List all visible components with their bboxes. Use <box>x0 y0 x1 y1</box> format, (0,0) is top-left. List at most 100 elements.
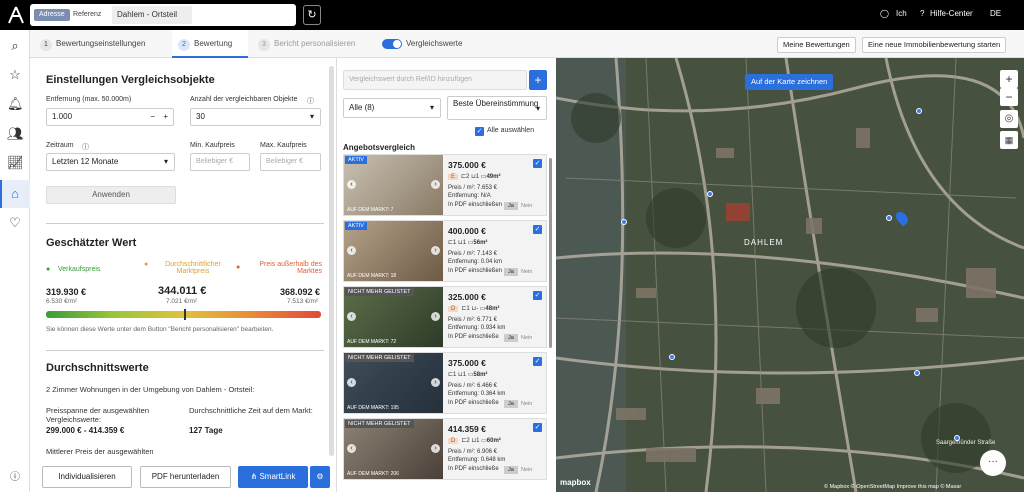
apply-button[interactable]: Anwenden <box>46 186 176 204</box>
my-valuations-button[interactable]: Meine Bewertungen <box>777 37 856 53</box>
chevron-left-icon[interactable]: ‹ <box>347 180 356 189</box>
list-scrollbar[interactable] <box>549 158 552 348</box>
pdf-download-button[interactable]: PDF herunterladen <box>140 466 231 488</box>
chart-icon[interactable]: 📈︎ <box>7 155 24 171</box>
pdf-no-toggle[interactable]: Nein <box>521 401 532 407</box>
comparable-pin[interactable] <box>707 191 713 197</box>
comparables-toggle[interactable]: Vergleichswerte <box>382 30 462 58</box>
mode-referenz[interactable]: Referenz <box>68 9 106 21</box>
pdf-no-toggle[interactable]: Nein <box>521 269 532 275</box>
chevron-left-icon[interactable]: ‹ <box>347 246 356 255</box>
add-comparable-input[interactable]: Vergleichswert durch Ref/ID hinzufügen <box>343 70 527 90</box>
include-checkbox[interactable]: ✓ <box>533 291 542 300</box>
property-photo[interactable]: AKTIV ‹ › AUF DEM MARKT: 7 <box>344 155 443 215</box>
comparable-pin[interactable] <box>954 435 960 441</box>
tab-settings[interactable]: 1 Bewertungseinstellungen <box>40 30 165 58</box>
language-select[interactable]: DE <box>990 9 1001 18</box>
map-attribution[interactable]: © Mapbox © OpenStreetMap Improve this ma… <box>824 484 961 490</box>
bell-icon[interactable]: 🔔︎ <box>7 96 24 112</box>
address-search[interactable]: Adresse Referenz Dahlem - Ortsteil <box>30 4 296 26</box>
property-photo[interactable]: NICHT MEHR GELISTET ‹ › AUF DEM MARKT: 2… <box>344 419 443 479</box>
min-price-input[interactable]: Beliebiger € <box>190 153 250 171</box>
toggle-switch[interactable] <box>382 38 402 49</box>
comparable-pin[interactable] <box>621 219 627 225</box>
count-select[interactable]: 30 ▾ <box>190 108 321 126</box>
chevron-left-icon[interactable]: ‹ <box>347 444 356 453</box>
pdf-no-toggle[interactable]: Nein <box>521 335 532 341</box>
star-icon[interactable]: ☆ <box>7 67 23 83</box>
info-icon[interactable]: ⓘ <box>7 470 23 486</box>
help-icon[interactable]: ? <box>920 9 924 18</box>
locate-icon[interactable]: ◎ <box>1000 110 1018 128</box>
sort-select[interactable]: Beste Übereinstimmung ▾ <box>447 96 547 120</box>
filter-select[interactable]: Alle (8) ▾ <box>343 98 441 118</box>
include-checkbox[interactable]: ✓ <box>533 159 542 168</box>
period-select[interactable]: Letzten 12 Monate ▾ <box>46 153 175 171</box>
comparable-pin[interactable] <box>916 108 922 114</box>
info-icon[interactable]: ⓘ <box>82 142 89 152</box>
help-center-link[interactable]: Hilfe-Center <box>930 9 973 18</box>
pdf-yes-toggle[interactable]: Ja <box>504 400 518 408</box>
new-valuation-button[interactable]: Eine neue Immobilienbewertung starten <box>862 37 1007 53</box>
comparable-card[interactable]: NICHT MEHR GELISTET ‹ › AUF DEM MARKT: 1… <box>343 352 547 414</box>
include-checkbox[interactable]: ✓ <box>533 225 542 234</box>
settings-gear-icon[interactable]: ⚙ <box>310 466 330 488</box>
pdf-include-label: In PDF einschließen <box>448 268 503 274</box>
listing-price: 375.000 € <box>448 358 486 368</box>
comparable-card[interactable]: AKTIV ‹ › AUF DEM MARKT: 7 375.000 € ✓ E… <box>343 154 547 216</box>
zoom-in-icon[interactable]: + <box>1000 70 1018 88</box>
map-view[interactable]: Auf der Karte zeichnen DAHLEM Saargemünd… <box>556 58 1024 492</box>
pdf-yes-toggle[interactable]: Ja <box>504 202 518 210</box>
user-icon[interactable]: ◯ <box>880 9 889 18</box>
house-icon[interactable]: ⌂ <box>7 186 23 202</box>
comparable-card[interactable]: AKTIV ‹ › AUF DEM MARKT: 18 400.000 € ✓ … <box>343 220 547 282</box>
comparable-pin[interactable] <box>669 354 675 360</box>
include-checkbox[interactable]: ✓ <box>533 423 542 432</box>
mode-adresse[interactable]: Adresse <box>34 9 70 21</box>
scrollbar[interactable] <box>329 66 334 456</box>
individualize-button[interactable]: Individualisieren <box>42 466 132 488</box>
add-icon[interactable]: + <box>529 70 547 90</box>
comparable-card[interactable]: NICHT MEHR GELISTET ‹ › AUF DEM MARKT: 7… <box>343 286 547 348</box>
app-logo[interactable] <box>8 6 24 24</box>
property-photo[interactable]: NICHT MEHR GELISTET ‹ › AUF DEM MARKT: 7… <box>344 287 443 347</box>
search-icon[interactable]: ⌕ <box>7 38 23 54</box>
max-price-input[interactable]: Beliebiger € <box>260 153 321 171</box>
chevron-right-icon[interactable]: › <box>431 444 440 453</box>
user-menu[interactable]: Ich <box>896 9 907 18</box>
chat-icon[interactable]: ··· <box>980 450 1006 476</box>
comparable-card[interactable]: NICHT MEHR GELISTET ‹ › AUF DEM MARKT: 2… <box>343 418 547 480</box>
select-all-checkbox[interactable]: ✓ <box>475 127 484 136</box>
draw-on-map-button[interactable]: Auf der Karte zeichnen <box>745 74 834 90</box>
chevron-right-icon[interactable]: › <box>431 378 440 387</box>
chevron-left-icon[interactable]: ‹ <box>347 378 356 387</box>
chevron-right-icon[interactable]: › <box>431 312 440 321</box>
layers-icon[interactable]: ▦ <box>1000 131 1018 149</box>
chevron-right-icon[interactable]: › <box>431 246 440 255</box>
refresh-icon[interactable]: ↻ <box>303 5 321 25</box>
pdf-yes-toggle[interactable]: Ja <box>504 334 518 342</box>
users-icon[interactable]: 👥︎ <box>7 126 24 142</box>
zoom-out-icon[interactable]: − <box>1000 88 1018 106</box>
comparable-pin[interactable] <box>886 215 892 221</box>
tab-report[interactable]: 3 Bericht personalisieren <box>258 30 388 58</box>
comparable-pin[interactable] <box>914 370 920 376</box>
baths-count: - <box>476 306 479 312</box>
pdf-no-toggle[interactable]: Nein <box>521 467 532 473</box>
property-photo[interactable]: NICHT MEHR GELISTET ‹ › AUF DEM MARKT: 1… <box>344 353 443 413</box>
include-checkbox[interactable]: ✓ <box>533 357 542 366</box>
decrement-icon[interactable]: − <box>150 109 155 125</box>
heart-hands-icon[interactable]: ♡ <box>7 215 23 231</box>
info-icon[interactable]: ⓘ <box>307 96 314 106</box>
pdf-no-toggle[interactable]: Nein <box>521 203 532 209</box>
property-photo[interactable]: AKTIV ‹ › AUF DEM MARKT: 18 <box>344 221 443 281</box>
tab-valuation[interactable]: 2 Bewertung <box>172 30 248 58</box>
chevron-left-icon[interactable]: ‹ <box>347 312 356 321</box>
smartlink-button[interactable]: ⋔ SmartLink <box>238 466 308 488</box>
increment-icon[interactable]: + <box>163 109 168 125</box>
location-chip[interactable]: Dahlem - Ortsteil <box>112 6 192 24</box>
pdf-yes-toggle[interactable]: Ja <box>504 466 518 474</box>
distance-input[interactable]: 1.000 − + <box>46 108 174 126</box>
pdf-yes-toggle[interactable]: Ja <box>504 268 518 276</box>
chevron-right-icon[interactable]: › <box>431 180 440 189</box>
